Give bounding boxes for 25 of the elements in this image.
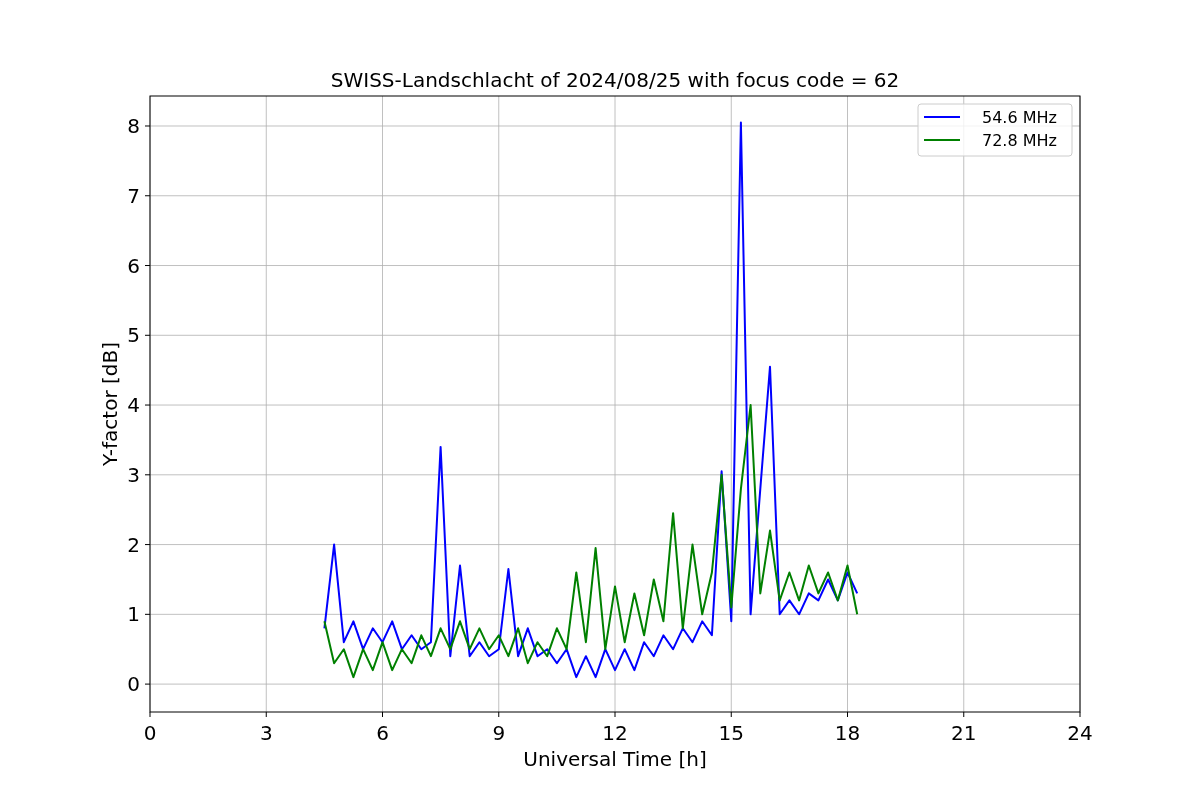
x-tick-label: 0: [143, 721, 157, 745]
x-tick-label: 6: [376, 721, 389, 745]
legend-label: 54.6 MHz: [982, 108, 1057, 127]
x-tick-label: 12: [602, 721, 628, 745]
x-tick-label: 18: [834, 721, 861, 745]
x-tick-label: 9: [492, 721, 506, 745]
x-tick-label: 3: [259, 721, 273, 745]
x-tick-label: 15: [718, 721, 744, 745]
y-tick-label: 8: [127, 114, 140, 138]
x-axis-label: Universal Time [h]: [523, 747, 707, 771]
y-tick-label: 2: [127, 532, 140, 557]
legend-line: [923, 116, 961, 118]
x-tick-label: 24: [1067, 721, 1093, 745]
legend-line: [923, 139, 961, 141]
chart-title: SWISS-Landschlacht of 2024/08/25 with focus code = 62: [330, 68, 900, 92]
x-tick-label: 21: [951, 721, 977, 745]
y-tick-label: 0: [127, 672, 140, 697]
y-axis-label: Y-factor [dB]: [98, 342, 122, 466]
y-tick-label: 6: [127, 253, 140, 278]
legend-label: 72.8 MHz: [982, 131, 1057, 150]
y-tick-label: 1: [127, 602, 140, 627]
y-tick-label: 5: [127, 323, 140, 348]
y-tick-label: 3: [127, 462, 140, 487]
y-tick-label: 4: [127, 393, 140, 418]
y-tick-label: 7: [127, 183, 140, 208]
